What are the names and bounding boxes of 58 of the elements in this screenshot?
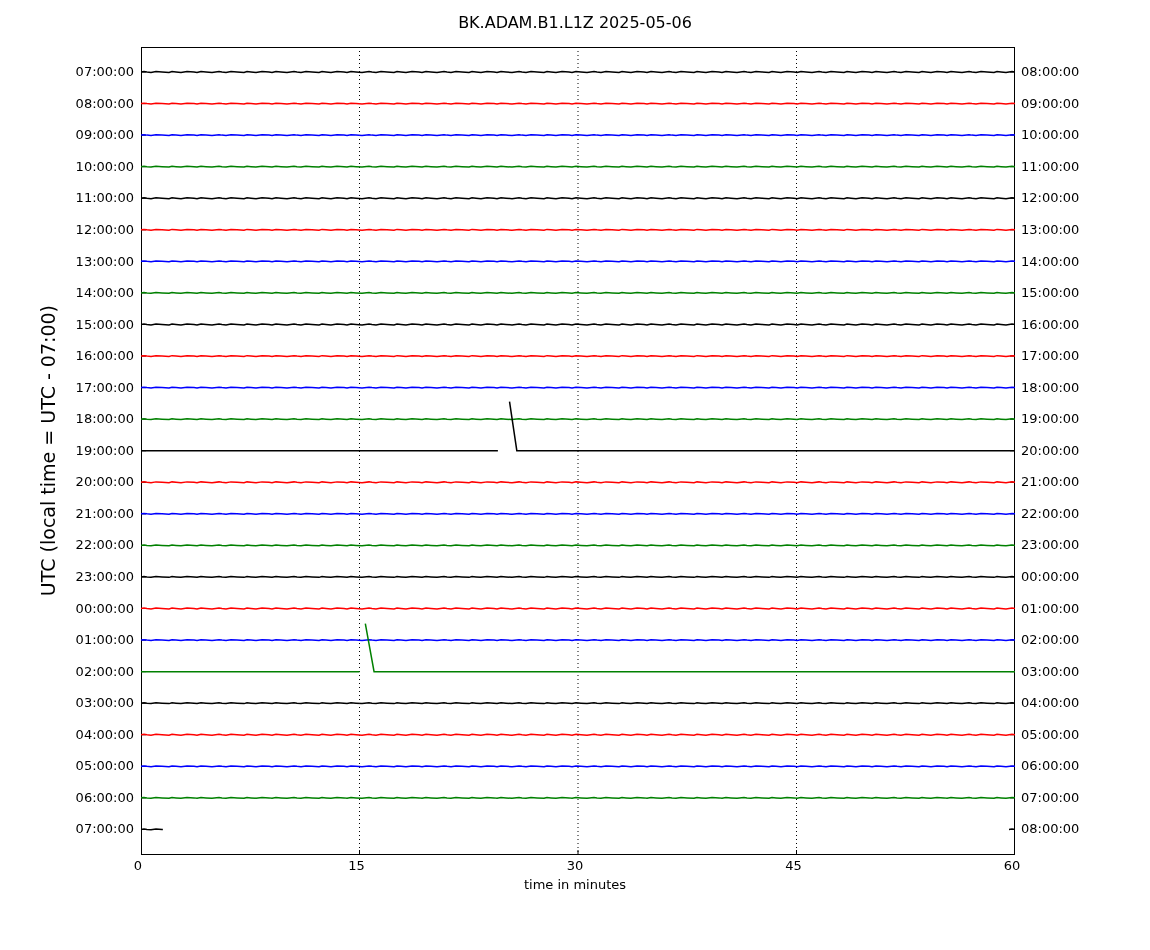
hour-label: 07:00:00 <box>75 63 134 82</box>
hour-label: 11:00:00 <box>75 189 134 208</box>
hour-label: 06:00:00 <box>1021 757 1080 776</box>
hour-label: 00:00:00 <box>1021 567 1080 586</box>
hour-label: 15:00:00 <box>75 315 134 334</box>
hour-label: 23:00:00 <box>75 567 134 586</box>
hour-label: 01:00:00 <box>75 631 134 650</box>
hour-label: 16:00:00 <box>75 347 134 366</box>
hour-label: 04:00:00 <box>75 725 134 744</box>
hour-label: 12:00:00 <box>75 220 134 239</box>
hour-label: 06:00:00 <box>75 788 134 807</box>
hour-label: 02:00:00 <box>1021 631 1080 650</box>
hour-label: 03:00:00 <box>75 694 134 713</box>
hour-label: 05:00:00 <box>75 757 134 776</box>
hour-label: 17:00:00 <box>1021 347 1080 366</box>
hour-label: 09:00:00 <box>1021 94 1080 113</box>
hour-label: 22:00:00 <box>75 536 134 555</box>
x-axis-label: time in minutes <box>523 877 627 892</box>
x-tick-label: 45 <box>785 858 802 873</box>
x-tick-label: 0 <box>133 858 143 873</box>
hour-label: 08:00:00 <box>1021 63 1080 82</box>
hour-label: 02:00:00 <box>75 662 134 681</box>
x-tick-label: 15 <box>348 858 365 873</box>
hour-label: 10:00:00 <box>1021 126 1080 145</box>
plot-title: BK.ADAM.B1.L1Z 2025-05-06 <box>457 11 693 34</box>
hour-label: 17:00:00 <box>75 378 134 397</box>
hour-label: 03:00:00 <box>1021 662 1080 681</box>
hour-label: 21:00:00 <box>75 504 134 523</box>
hour-label: 21:00:00 <box>1021 473 1080 492</box>
hour-label: 13:00:00 <box>75 252 134 271</box>
hour-label: 19:00:00 <box>1021 410 1080 429</box>
hour-label: 09:00:00 <box>75 126 134 145</box>
hour-label: 22:00:00 <box>1021 504 1080 523</box>
hour-label: 18:00:00 <box>75 410 134 429</box>
y-axis-label: UTC (local time = UTC - 07:00) <box>37 305 59 597</box>
hour-label: 13:00:00 <box>1021 220 1080 239</box>
hour-label: 05:00:00 <box>1021 725 1080 744</box>
hour-label: 07:00:00 <box>1021 788 1080 807</box>
hour-label: 18:00:00 <box>1021 378 1080 397</box>
hour-label: 19:00:00 <box>75 441 134 460</box>
hour-label: 08:00:00 <box>1021 820 1080 839</box>
x-tick-label: 60 <box>1003 858 1021 873</box>
hour-label: 20:00:00 <box>75 473 134 492</box>
hour-label: 15:00:00 <box>1021 284 1080 303</box>
hour-label: 08:00:00 <box>75 94 134 113</box>
hour-label: 20:00:00 <box>1021 441 1080 460</box>
hour-label: 11:00:00 <box>1021 157 1080 176</box>
hour-label: 07:00:00 <box>75 820 134 839</box>
hour-label: 23:00:00 <box>1021 536 1080 555</box>
x-tick-label: 30 <box>566 858 584 873</box>
hour-label: 00:00:00 <box>75 599 134 618</box>
hour-label: 14:00:00 <box>1021 252 1080 271</box>
hour-label: 04:00:00 <box>1021 694 1080 713</box>
hour-label: 10:00:00 <box>75 157 134 176</box>
hour-label: 16:00:00 <box>1021 315 1080 334</box>
hour-label: 01:00:00 <box>1021 599 1080 618</box>
hour-label: 12:00:00 <box>1021 189 1080 208</box>
hour-label: 14:00:00 <box>75 284 134 303</box>
